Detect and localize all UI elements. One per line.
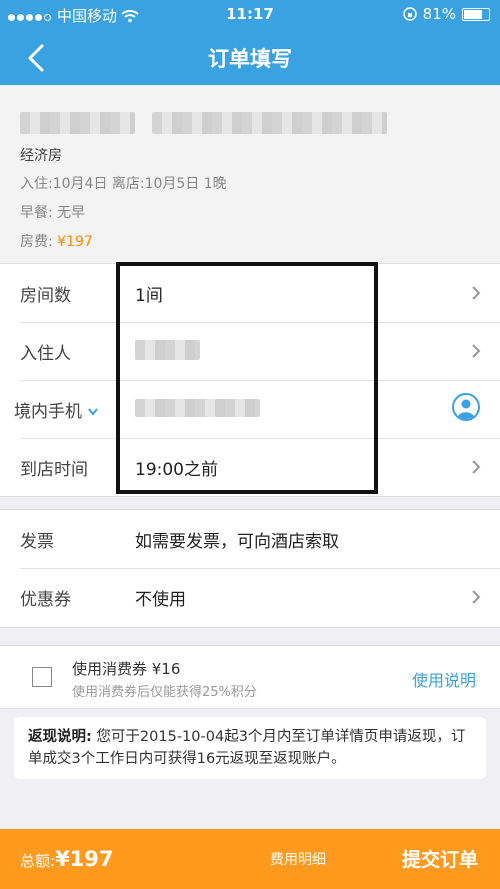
submit-order-button[interactable]: 提交订单 [402,845,478,872]
voucher-label: 优惠券 [20,590,71,610]
contact-picker-icon[interactable] [452,393,480,421]
guest-row[interactable]: 入住人 [0,322,500,380]
voucher-row[interactable]: 优惠券 不使用 [0,568,500,626]
battery-percent: 81% [422,5,456,23]
room-count-value: 1间 [135,286,163,306]
arrival-time-row[interactable]: 到店时间 19:00之前 [0,438,500,496]
status-bar: 中国移动 11:17 81% [0,0,500,30]
fee-detail-link[interactable]: 费用明细 [270,849,326,869]
hotel-summary: 经济房 入住:10月4日 离店:10月5日 1晚 早餐: 无早 房费: ¥197 [0,85,500,263]
invoice-row: 发票 如需要发票，可向酒店索取 [0,510,500,568]
total-label: 总额: [20,852,56,870]
phone-region-selector[interactable]: 境内手机 [14,397,99,422]
rotation-lock-icon [402,7,417,21]
total: 总额:¥197 [20,847,114,871]
stay-dates: 入住:10月4日 离店:10月5日 1晚 [20,176,227,192]
room-count-label: 房间数 [20,286,71,306]
hotel-name-redacted [20,112,135,134]
cashback-note: 返现说明: 您可于2015-10-04起3个月内至订单详情页申请返现，订单成交3… [14,717,486,779]
order-footer: 总额:¥197 费用明细 提交订单 [0,829,500,889]
invoice-voucher-section: 发票 如需要发票，可向酒店索取 优惠券 不使用 [0,509,500,628]
invoice-label: 发票 [20,532,54,552]
room-fee-value: ¥197 [57,234,93,250]
guest-name-redacted[interactable] [135,340,200,360]
arrival-time-value: 19:00之前 [135,460,218,480]
cashback-text: 返现说明: 您可于2015-10-04起3个月内至订单详情页申请返现，订单成交3… [28,726,476,770]
room-fee-label: 房费: [20,234,53,250]
room-count-row[interactable]: 房间数 1间 [0,264,500,322]
hotel-name-redacted [152,112,387,134]
phone-number-redacted[interactable] [135,399,260,417]
phone-label: 境内手机 [14,402,82,422]
coupon-checkbox[interactable] [32,667,52,687]
invoice-value: 如需要发票，可向酒店索取 [135,532,339,552]
coupon-subtitle: 使用消费券后仅能获得25%积分 [72,685,257,700]
usage-instructions-link[interactable]: 使用说明 [412,667,476,691]
chevron-right-icon [472,590,481,604]
voucher-value: 不使用 [135,590,186,610]
room-type: 经济房 [20,148,62,164]
chevron-down-icon [88,408,99,416]
page-title: 订单填写 [208,47,292,71]
consumption-coupon: 使用消费券 ¥16 使用消费券后仅能获得25%积分 使用说明 [0,645,500,709]
breakfast-info: 早餐: 无早 [20,205,86,221]
total-amount: ¥197 [55,847,114,871]
phone-row: 境内手机 [0,380,500,438]
cashback-label: 返现说明: [28,729,92,745]
room-fee: 房费: ¥197 [20,231,93,251]
arrival-time-label: 到店时间 [20,460,88,480]
battery-icon [462,7,490,21]
chevron-right-icon [472,460,481,474]
chevron-right-icon [472,344,481,358]
coupon-title: 使用消费券 ¥16 [72,660,181,678]
cashback-description: 您可于2015-10-04起3个月内至订单详情页申请返现，订单成交3个工作日内可… [28,729,466,767]
booking-form: 房间数 1间 入住人 境内手机 到店时间 19:00之前 [0,263,500,497]
chevron-right-icon [472,286,481,300]
guest-label: 入住人 [20,344,71,364]
navigation-bar: 订单填写 [0,30,500,85]
